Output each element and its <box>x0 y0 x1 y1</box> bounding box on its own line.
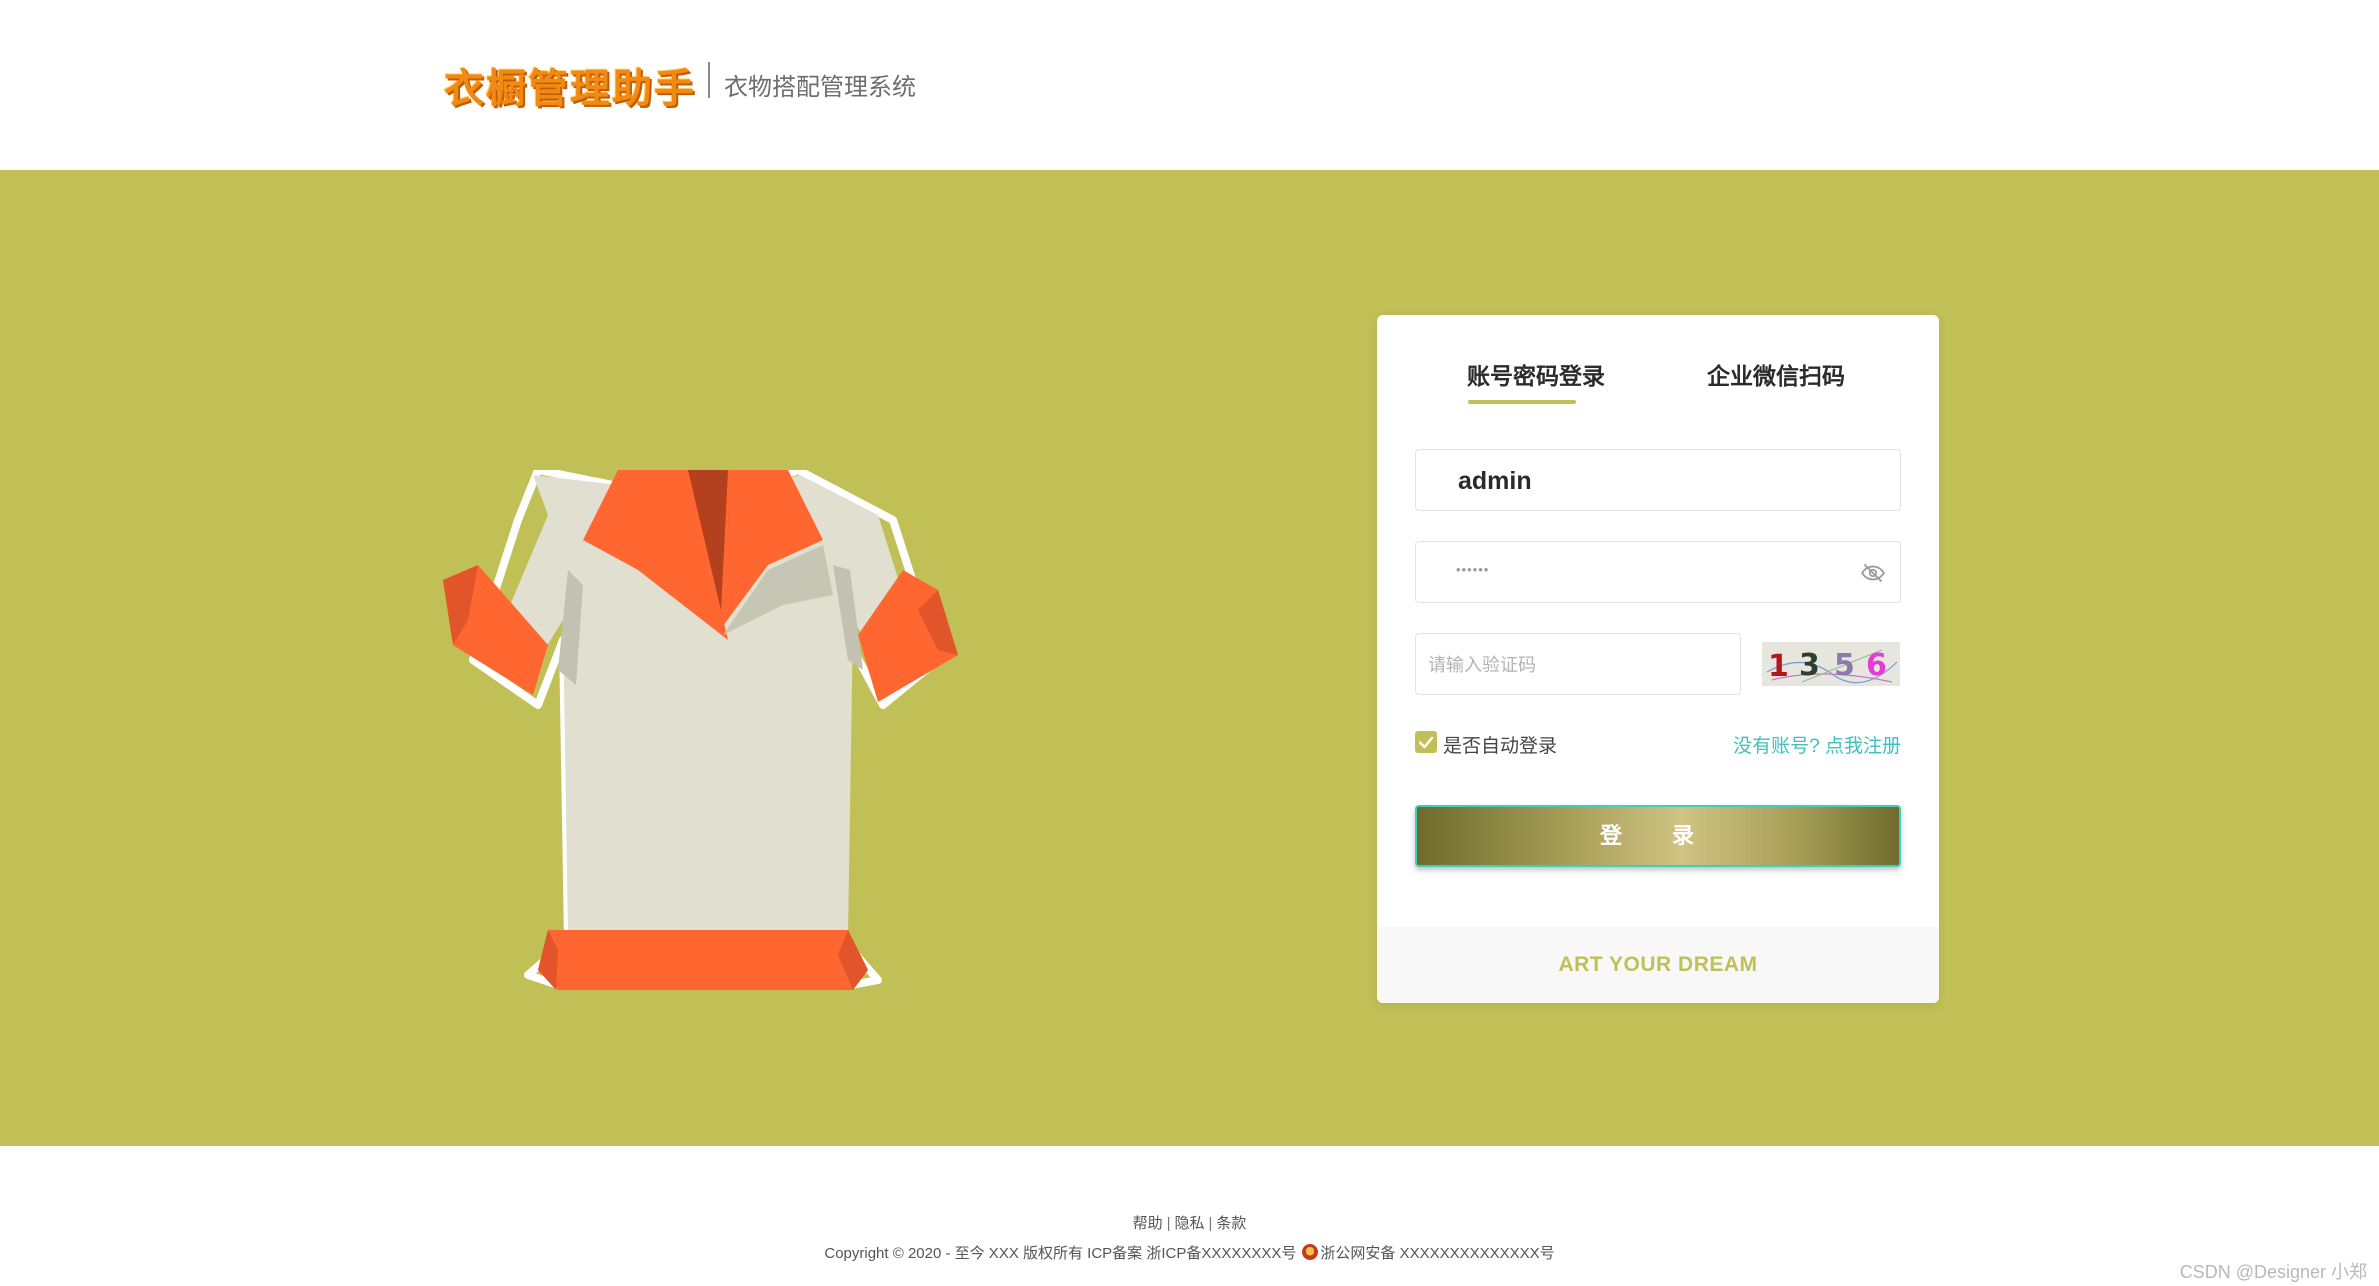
footer-separator: | <box>1166 1215 1171 1232</box>
footer-link-terms[interactable]: 条款 <box>1216 1215 1246 1232</box>
shirt-illustration <box>443 470 958 990</box>
copyright-line: Copyright © 2020 - 至今 XXX 版权所有 ICP备案 浙IC… <box>0 1242 2379 1263</box>
login-button[interactable]: 登 录 <box>1415 805 1901 867</box>
hero-banner: 账号密码登录 企业微信扫码 •••••• 1 3 5 6 <box>0 170 2379 1146</box>
auto-login-label: 是否自动登录 <box>1443 736 1558 757</box>
check-icon <box>1418 736 1434 749</box>
username-input[interactable] <box>1456 450 1880 512</box>
password-field[interactable]: •••••• <box>1415 541 1901 603</box>
copyright-text: Copyright © 2020 - 至今 XXX 版权所有 ICP备案 浙IC… <box>824 1245 1297 1262</box>
tab-wechat-scan[interactable]: 企业微信扫码 <box>1707 357 1845 391</box>
police-badge-icon <box>1302 1244 1319 1260</box>
login-card: 账号密码登录 企业微信扫码 •••••• 1 3 5 6 <box>1377 315 1939 1003</box>
tab-account-login[interactable]: 账号密码登录 <box>1467 357 1605 391</box>
watermark: CSDN @Designer 小郑 <box>2179 1262 2367 1282</box>
password-masked-value[interactable]: •••••• <box>1456 562 1489 577</box>
logo-divider <box>708 62 710 98</box>
footer-link-privacy[interactable]: 隐私 <box>1174 1215 1204 1232</box>
card-slogan: ART YOUR DREAM <box>1377 927 1939 1003</box>
captcha-image[interactable]: 1 3 5 6 <box>1762 642 1900 686</box>
captcha-digit: 6 <box>1866 648 1887 683</box>
username-field[interactable] <box>1415 449 1901 512</box>
register-link[interactable]: 没有账号? 点我注册 <box>1733 731 1901 758</box>
footer-link-help[interactable]: 帮助 <box>1133 1215 1163 1232</box>
captcha-digit: 5 <box>1834 648 1855 683</box>
eye-slash-icon[interactable] <box>1860 560 1886 586</box>
captcha-digit: 1 <box>1768 649 1789 684</box>
header: 衣橱管理助手 衣物搭配管理系统 <box>0 0 2379 170</box>
captcha-field[interactable] <box>1415 633 1741 696</box>
police-record-text[interactable]: 浙公网安备 XXXXXXXXXXXXXX号 <box>1320 1245 1554 1262</box>
active-tab-indicator <box>1468 400 1576 404</box>
captcha-input[interactable] <box>1426 634 1730 696</box>
app-subtitle: 衣物搭配管理系统 <box>724 74 916 101</box>
app-logo[interactable]: 衣橱管理助手 <box>444 56 696 114</box>
footer-links: 帮助 | 隐私 | 条款 <box>0 1212 2379 1233</box>
checkbox-checked[interactable] <box>1415 731 1437 753</box>
captcha-digit: 3 <box>1799 648 1820 683</box>
footer-separator: | <box>1208 1215 1213 1232</box>
